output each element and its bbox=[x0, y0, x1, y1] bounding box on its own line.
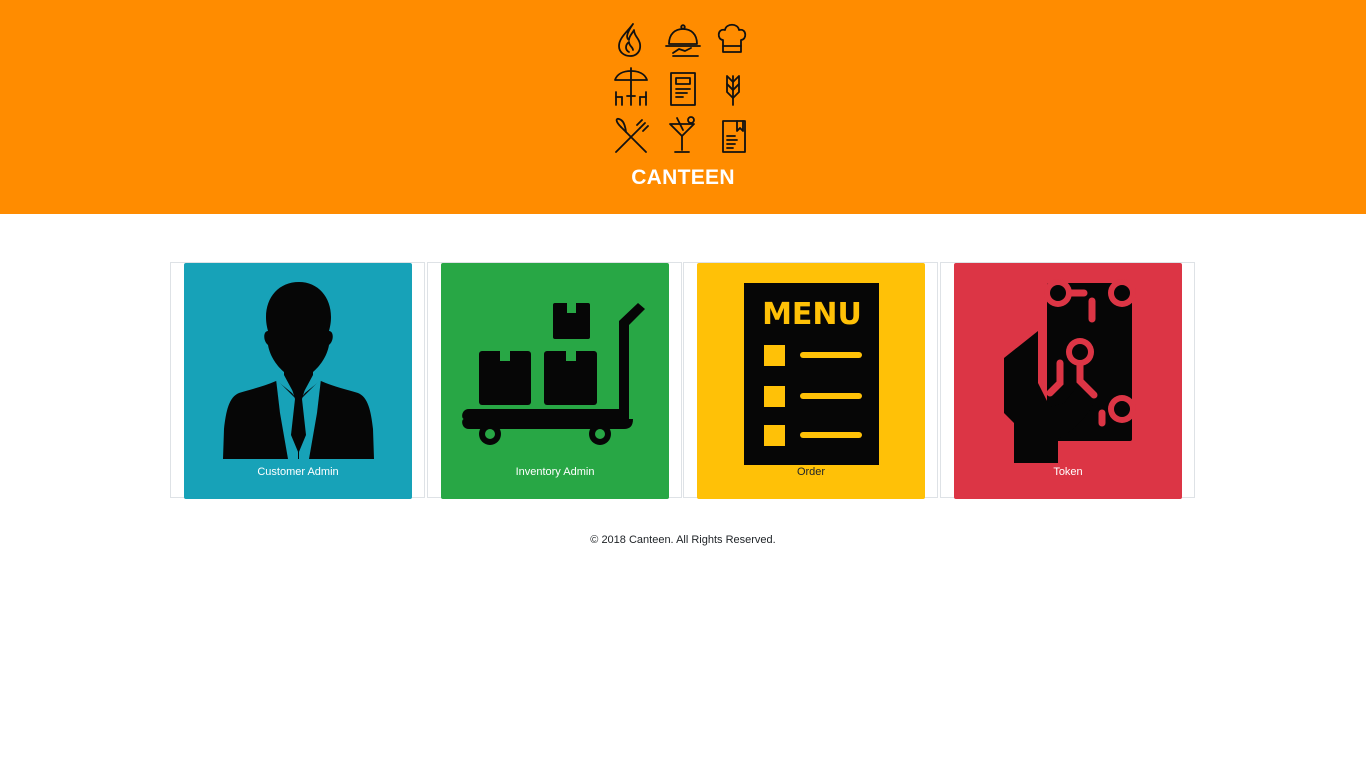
chef-hat-icon bbox=[717, 23, 747, 53]
cloche-icon bbox=[665, 24, 701, 57]
flame-icon bbox=[618, 23, 642, 57]
customer-admin-card[interactable]: Customer Admin bbox=[170, 262, 425, 499]
menu-order-icon: MENU bbox=[744, 283, 879, 465]
token-label: Token bbox=[1053, 466, 1083, 478]
order-tile[interactable]: MENU Order bbox=[697, 263, 925, 499]
brand-title: CANTEEN bbox=[631, 166, 735, 189]
menu-card-icon bbox=[670, 72, 696, 106]
patio-table-icon bbox=[614, 67, 648, 106]
menu-icon-text: MENU bbox=[762, 297, 862, 332]
wheat-icon bbox=[726, 75, 740, 106]
cocktail-icon bbox=[669, 116, 695, 153]
order-card[interactable]: MENU Order bbox=[683, 262, 938, 499]
module-cards: Customer Admin Inventory Admin MENU Orde… bbox=[170, 262, 1196, 500]
inventory-admin-card[interactable]: Inventory Admin bbox=[427, 262, 682, 499]
inventory-cart-icon bbox=[462, 303, 645, 445]
footer-copyright: © 2018 Canteen. All Rights Reserved. bbox=[590, 534, 776, 546]
token-card[interactable]: Token bbox=[940, 262, 1195, 499]
customer-admin-icon bbox=[223, 282, 374, 459]
token-hand-icon bbox=[1004, 279, 1136, 463]
order-label: Order bbox=[796, 466, 826, 478]
customer-admin-label: Customer Admin bbox=[257, 466, 339, 478]
recipe-book-icon bbox=[722, 120, 746, 153]
inventory-admin-tile[interactable]: Inventory Admin bbox=[441, 263, 669, 499]
token-tile[interactable]: Token bbox=[954, 263, 1182, 499]
fork-knife-icon bbox=[615, 117, 649, 153]
canteen-logo bbox=[607, 18, 759, 162]
inventory-admin-label: Inventory Admin bbox=[515, 466, 595, 478]
customer-admin-tile[interactable]: Customer Admin bbox=[184, 263, 412, 499]
site-header: CANTEEN bbox=[0, 0, 1366, 214]
